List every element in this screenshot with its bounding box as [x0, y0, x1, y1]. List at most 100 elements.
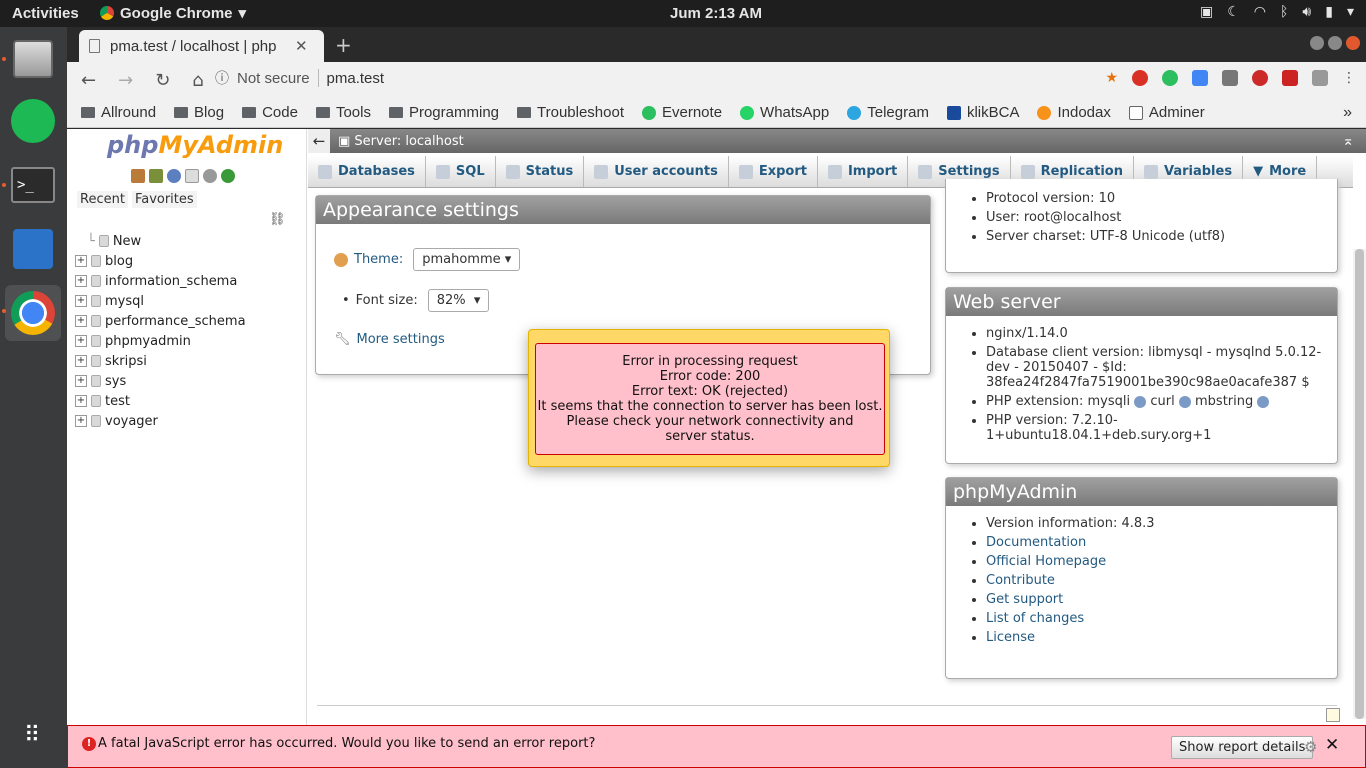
- lastpass-icon[interactable]: [1252, 70, 1268, 86]
- help-icon[interactable]: [1257, 395, 1270, 408]
- tab-export[interactable]: Export: [729, 156, 818, 187]
- dots-icon[interactable]: [1282, 70, 1298, 86]
- show-report-details-button[interactable]: Show report details: [1171, 736, 1314, 759]
- show-apps-button[interactable]: ⠿: [5, 707, 61, 763]
- more-settings-link[interactable]: More settings: [357, 332, 445, 347]
- server-breadcrumb[interactable]: ▣ Server: localhost: [338, 134, 464, 149]
- expand-icon[interactable]: +: [75, 395, 87, 407]
- db-item[interactable]: + information_schema: [75, 271, 246, 291]
- bookmark-evernote[interactable]: Evernote: [642, 104, 722, 121]
- minimize-button[interactable]: [1310, 36, 1324, 50]
- db-item[interactable]: + sys: [75, 371, 246, 391]
- link-icon[interactable]: ⛓: [269, 212, 286, 227]
- gear-icon[interactable]: ⚙: [1304, 738, 1317, 756]
- db-item[interactable]: + skripsi: [75, 351, 246, 371]
- maximize-button[interactable]: [1328, 36, 1342, 50]
- db-item[interactable]: + performance_schema: [75, 311, 246, 331]
- evernote-icon[interactable]: [1162, 70, 1178, 86]
- db-item[interactable]: + mysql: [75, 291, 246, 311]
- screenshot-icon[interactable]: ▣: [1200, 4, 1213, 20]
- forward-icon[interactable]: →: [118, 70, 133, 91]
- help-icon[interactable]: [1178, 395, 1191, 408]
- tab-databases[interactable]: Databases: [308, 156, 426, 187]
- logout-icon[interactable]: [149, 169, 163, 183]
- db-item[interactable]: + test: [75, 391, 246, 411]
- dock-chrome[interactable]: [5, 285, 61, 341]
- theme-select[interactable]: pmahomme ▾: [413, 248, 521, 271]
- tab-status[interactable]: Status: [496, 156, 585, 187]
- adblock-icon[interactable]: [1132, 70, 1148, 86]
- bookmarks-overflow[interactable]: »: [1343, 104, 1352, 122]
- url-text[interactable]: pma.test: [327, 70, 385, 87]
- homepage-link[interactable]: Official Homepage: [986, 554, 1106, 569]
- browser-tab[interactable]: pma.test / localhost | php ✕: [79, 30, 324, 62]
- collapse-icon[interactable]: ⌅: [1342, 133, 1354, 149]
- bookmark-tools[interactable]: Tools: [315, 104, 371, 121]
- help-icon[interactable]: [1134, 395, 1147, 408]
- home-icon[interactable]: ⌂: [192, 70, 203, 91]
- console-toggle-icon[interactable]: [1326, 708, 1340, 722]
- expand-icon[interactable]: +: [75, 275, 87, 287]
- collapse-nav-icon[interactable]: ←: [308, 129, 330, 153]
- bookmark-code[interactable]: Code: [242, 104, 298, 121]
- expand-icon[interactable]: +: [75, 335, 87, 347]
- star-icon[interactable]: ★: [1105, 70, 1118, 86]
- close-icon[interactable]: ✕: [1325, 735, 1339, 755]
- support-link[interactable]: Get support: [986, 592, 1063, 607]
- expand-icon[interactable]: +: [75, 255, 87, 267]
- cookie-icon[interactable]: [1312, 70, 1328, 86]
- expand-icon[interactable]: +: [75, 295, 87, 307]
- info-icon[interactable]: ⓘ: [215, 68, 229, 88]
- docs-icon[interactable]: [185, 169, 199, 183]
- tab-sql[interactable]: SQL: [426, 156, 496, 187]
- activities-button[interactable]: Activities: [12, 5, 79, 22]
- expand-icon[interactable]: +: [75, 355, 87, 367]
- new-tab-button[interactable]: +: [335, 33, 352, 57]
- bookmark-allround[interactable]: Allround: [81, 104, 156, 121]
- app-menu[interactable]: Google Chrome ▾: [100, 4, 246, 22]
- expand-icon[interactable]: +: [75, 415, 87, 427]
- reload-icon[interactable]: [221, 169, 235, 183]
- address-bar[interactable]: ⓘ Not secure pma.test: [215, 68, 384, 88]
- bookmark-indodax[interactable]: Indodax: [1037, 104, 1111, 121]
- back-icon[interactable]: ←: [81, 70, 96, 91]
- license-link[interactable]: License: [986, 630, 1035, 645]
- db-item[interactable]: + voyager: [75, 411, 246, 431]
- pma-logo[interactable]: phpMyAdmin: [107, 131, 283, 159]
- dock-spotify[interactable]: [5, 93, 61, 149]
- dock-terminal[interactable]: >_: [5, 157, 61, 213]
- dock-vscode[interactable]: [5, 221, 61, 277]
- tab-user-accounts[interactable]: User accounts: [584, 156, 729, 187]
- changelog-link[interactable]: List of changes: [986, 611, 1084, 626]
- reload-icon[interactable]: ↻: [155, 70, 170, 91]
- dock-files[interactable]: [5, 31, 61, 87]
- bookmark-whatsapp[interactable]: WhatsApp: [740, 104, 829, 121]
- documentation-link[interactable]: Documentation: [986, 535, 1086, 550]
- bookmark-telegram[interactable]: Telegram: [847, 104, 929, 121]
- home-icon[interactable]: [131, 169, 145, 183]
- bookmark-programming[interactable]: Programming: [388, 104, 499, 121]
- translate-icon[interactable]: [1192, 70, 1208, 86]
- bookmark-troubleshoot[interactable]: Troubleshoot: [517, 104, 624, 121]
- scrollbar[interactable]: [1353, 249, 1366, 719]
- db-new[interactable]: └ New: [75, 231, 246, 251]
- db-item[interactable]: + phpmyadmin: [75, 331, 246, 351]
- scrollbar-thumb[interactable]: [1355, 249, 1364, 719]
- help-icon[interactable]: [167, 169, 181, 183]
- recent-tab[interactable]: Recent: [77, 191, 128, 208]
- close-window-button[interactable]: [1346, 36, 1360, 50]
- favorites-tab[interactable]: Favorites: [131, 191, 197, 208]
- bookmark-blog[interactable]: Blog: [174, 104, 224, 121]
- gear-icon[interactable]: [203, 169, 217, 183]
- close-icon[interactable]: ✕: [295, 37, 308, 55]
- system-tray[interactable]: ▣ ☾ ◠ ᛒ 🔊︎ ▮ ▾: [1200, 4, 1354, 20]
- clock[interactable]: Jum 2:13 AM: [670, 5, 762, 22]
- menu-icon[interactable]: ⋮: [1342, 70, 1356, 86]
- expand-icon[interactable]: +: [75, 315, 87, 327]
- chat-icon[interactable]: [1222, 70, 1238, 86]
- bookmark-klikbca[interactable]: klikBCA: [946, 104, 1019, 121]
- contribute-link[interactable]: Contribute: [986, 573, 1055, 588]
- expand-icon[interactable]: +: [75, 375, 87, 387]
- tab-import[interactable]: Import: [818, 156, 909, 187]
- bookmark-adminer[interactable]: Adminer: [1128, 104, 1205, 121]
